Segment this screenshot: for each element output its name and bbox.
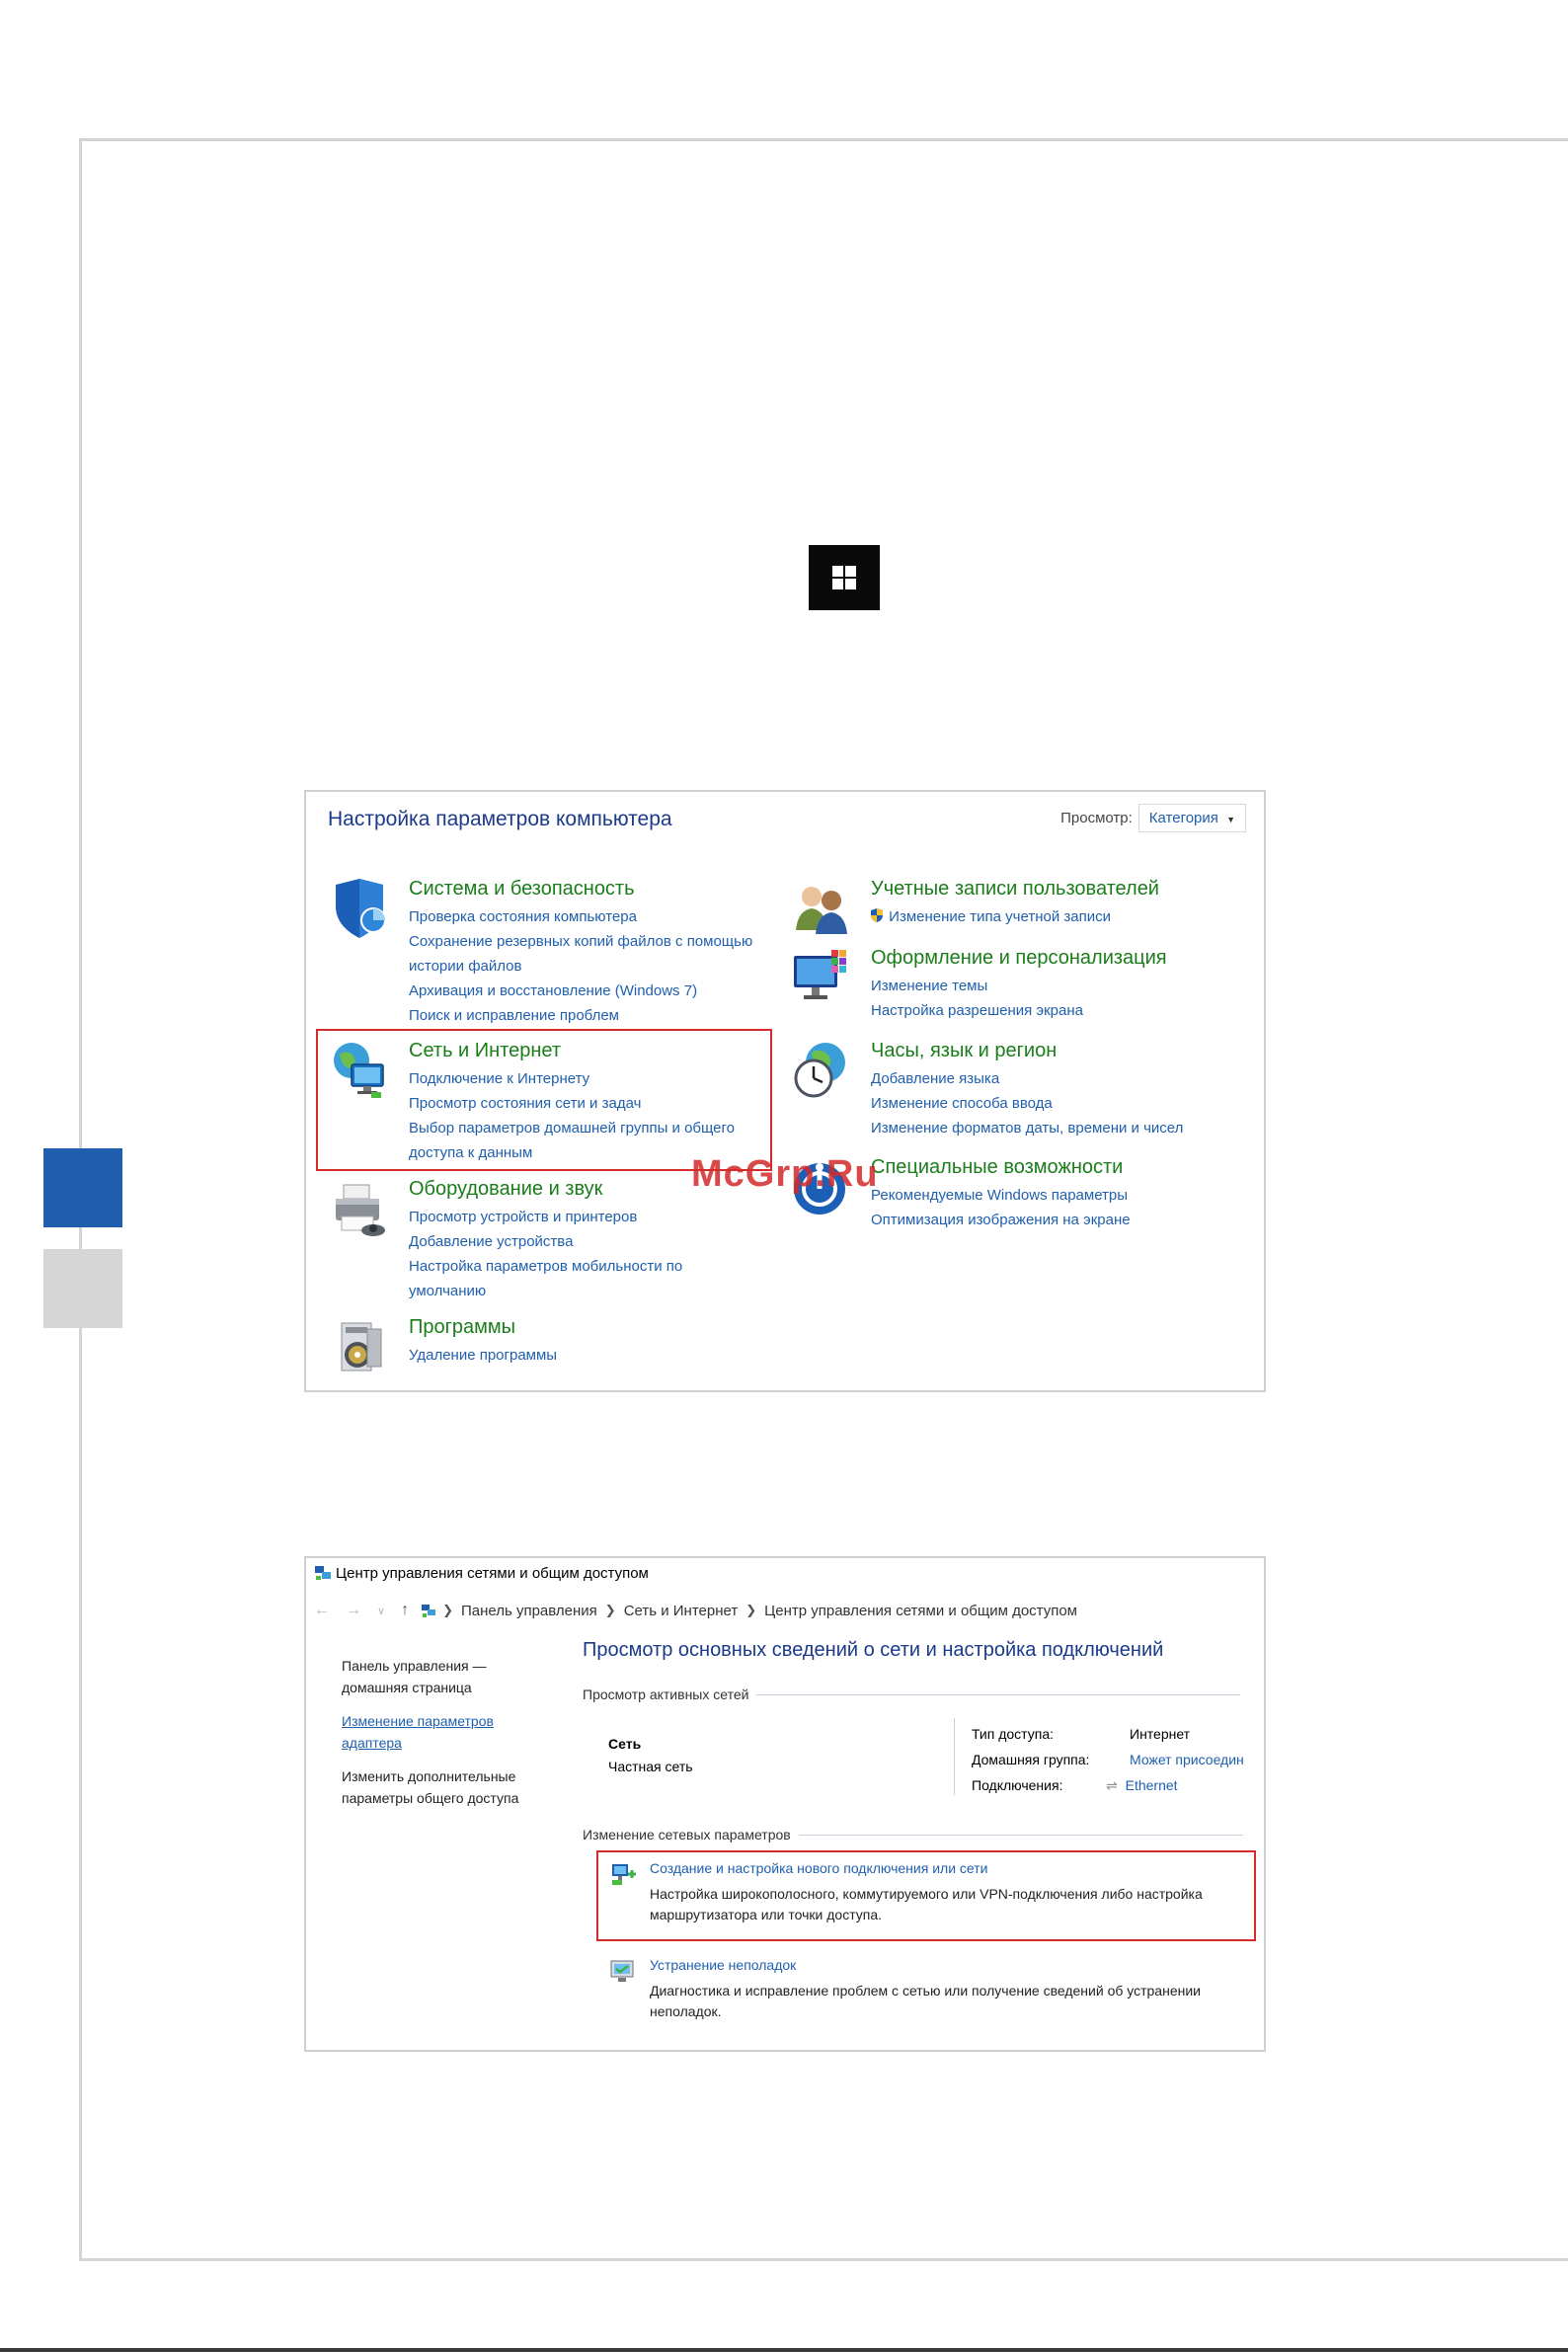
breadcrumb-sharing-center[interactable]: Центр управления сетями и общим доступом [764,1603,1077,1619]
link-optimize-display[interactable]: Оптимизация изображения на экране [871,1208,1246,1232]
chevron-right-icon: ❯ [442,1603,453,1617]
page-heading: Просмотр основных сведений о сети и наст… [583,1639,1164,1661]
bottom-rule [0,2348,1568,2352]
ethernet-link-label: Ethernet [1125,1777,1178,1793]
window-title: Центр управления сетями и общим доступом [336,1564,649,1582]
task-troubleshoot[interactable]: Устранение неполадок [650,1957,796,1973]
view-by: Просмотр: Категория ▼ [1060,804,1246,832]
printer-icon [328,1177,391,1240]
link-screen-resolution[interactable]: Настройка разрешения экрана [871,998,1246,1023]
programs-icon [328,1315,391,1378]
connections-label: Подключения: [972,1777,1063,1793]
link-date-formats[interactable]: Изменение форматов даты, времени и чисел [871,1116,1246,1140]
category-title[interactable]: Оформление и персонализация [871,946,1246,970]
view-label: Просмотр: [1060,810,1133,826]
link-mobility[interactable]: Настройка параметров мобильности по [409,1254,784,1279]
highlight-new-connection [596,1850,1256,1941]
link-input-method[interactable]: Изменение способа ввода [871,1091,1246,1116]
section-active-networks: Просмотр активных сетей [583,1686,1241,1702]
troubleshoot-icon [608,1957,638,1987]
link-backup-cont[interactable]: истории файлов [409,954,784,979]
up-arrow-icon[interactable]: ↑ [401,1602,409,1619]
link-troubleshoot[interactable]: Поиск и исправление проблем [409,1003,784,1028]
homegroup-link[interactable]: Может присоедин [1130,1752,1244,1767]
left-sidebar: Панель управления — домашняя страница Из… [342,1655,539,1821]
side-tab-active [43,1148,122,1227]
category-title[interactable]: Система и безопасность [409,877,784,901]
recent-chevron-icon[interactable]: ∨ [377,1605,385,1617]
chevron-right-icon: ❯ [745,1603,757,1617]
access-type-label: Тип доступа: [972,1726,1055,1742]
view-dropdown[interactable]: Категория ▼ [1137,804,1246,832]
task-troubleshoot-desc: Диагностика и исправление проблем с сеть… [650,1983,1201,2019]
section-change-settings: Изменение сетевых параметров [583,1827,1243,1842]
uac-shield-icon [869,906,885,922]
divider [954,1718,955,1795]
shield-icon [328,877,391,940]
category-title[interactable]: Часы, язык и регион [871,1039,1246,1062]
section-change-settings-label: Изменение сетевых параметров [583,1827,791,1842]
highlight-network-category [316,1029,772,1171]
network-center-icon [314,1564,332,1582]
users-icon [790,877,853,940]
sidebar-item-sharing[interactable]: Изменить дополнительные параметры общего… [342,1765,539,1809]
link-account-type-label: Изменение типа учетной записи [889,908,1111,925]
link-archive[interactable]: Архивация и восстановление (Windows 7) [409,979,784,1003]
link-account-type[interactable]: Изменение типа учетной записи [869,904,1244,929]
homegroup-label: Домашняя группа: [972,1752,1090,1767]
category-title[interactable]: Специальные возможности [871,1155,1246,1179]
link-check-status[interactable]: Проверка состояния компьютера [409,904,784,929]
link-add-device[interactable]: Добавление устройства [409,1229,784,1254]
link-uninstall[interactable]: Удаление программы [409,1343,784,1368]
section-active-networks-label: Просмотр активных сетей [583,1686,749,1702]
network-name: Сеть [608,1736,642,1752]
window-titlebar: Центр управления сетями и общим доступом [314,1564,649,1582]
windows-key-icon [809,545,880,610]
access-type-value: Интернет [1130,1726,1191,1742]
side-tab-inactive [43,1249,122,1328]
link-devices-printers[interactable]: Просмотр устройств и принтеров [409,1205,784,1229]
clock-globe-icon [790,1039,853,1102]
view-dropdown-value: Категория [1148,810,1218,826]
network-center-window: Центр управления сетями и общим доступом… [304,1556,1266,2052]
watermark: McGrp.Ru [691,1153,879,1195]
category-title[interactable]: Программы [409,1315,784,1339]
breadcrumb-network-internet[interactable]: Сеть и Интернет [624,1603,739,1619]
link-mobility-cont[interactable]: умолчанию [409,1279,784,1303]
personalization-icon [790,946,853,1009]
network-type: Частная сеть [608,1759,693,1774]
breadcrumb-control-panel[interactable]: Панель управления [461,1603,597,1619]
category-title[interactable]: Учетные записи пользователей [871,877,1246,901]
sidebar-item-adapter[interactable]: Изменение параметров адаптера [342,1710,539,1754]
link-backup[interactable]: Сохранение резервных копий файлов с помо… [409,929,784,954]
chevron-down-icon: ▼ [1226,815,1235,824]
chevron-right-icon: ❯ [604,1603,616,1617]
address-bar: ← → ∨ ↑ ❯ Панель управления ❯ Сеть и Инт… [314,1598,1256,1623]
page-title: Настройка параметров компьютера [328,808,672,830]
link-change-theme[interactable]: Изменение темы [871,974,1246,998]
forward-icon[interactable]: → [346,1602,361,1619]
ethernet-icon: ⇌ [1106,1777,1118,1793]
ethernet-link[interactable]: ⇌ Ethernet [1106,1777,1178,1794]
control-panel-window: Настройка параметров компьютера Просмотр… [304,790,1266,1392]
sidebar-item-home[interactable]: Панель управления — домашняя страница [342,1655,539,1698]
back-icon[interactable]: ← [314,1602,330,1619]
link-add-language[interactable]: Добавление языка [871,1066,1246,1091]
location-icon [421,1603,436,1618]
link-recommended-settings[interactable]: Рекомендуемые Windows параметры [871,1183,1246,1208]
